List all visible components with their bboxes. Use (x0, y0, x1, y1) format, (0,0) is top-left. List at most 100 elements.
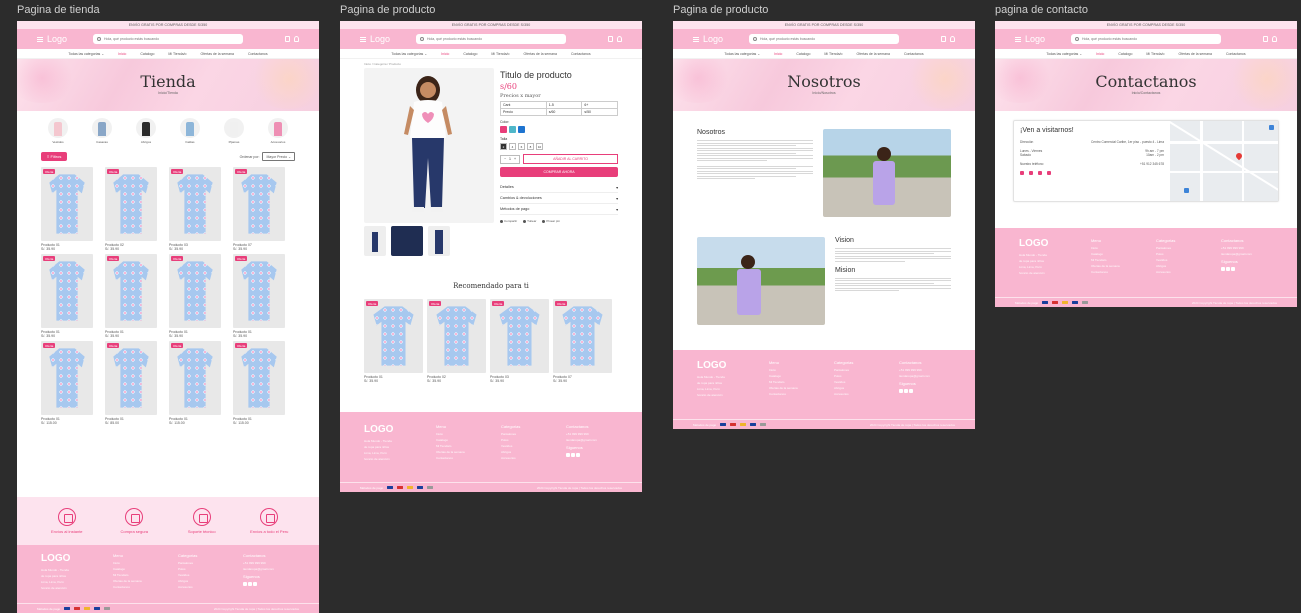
footer-link[interactable]: Abrigos (178, 579, 223, 583)
user-icon[interactable] (950, 36, 955, 42)
product-card[interactable]: Oferta Producto 01 S/. 35.90 (233, 254, 285, 338)
instagram-icon[interactable] (566, 453, 571, 457)
thumb-1[interactable] (364, 226, 386, 256)
footer-link[interactable]: Polos (178, 567, 223, 571)
nav-ofertas[interactable]: Ofertas de la semana (1178, 52, 1211, 56)
search-input[interactable] (1082, 37, 1217, 41)
search-input[interactable] (104, 37, 239, 41)
footer-link[interactable]: Accesorios (178, 585, 223, 589)
product-card[interactable]: Oferta Producto 01 S/. 35.90 (169, 254, 221, 338)
user-icon[interactable] (617, 36, 622, 42)
category-item[interactable]: Accesorios (261, 118, 295, 144)
footer-link[interactable]: Abrigos (501, 450, 546, 454)
footer-link[interactable]: Pantalones (501, 432, 546, 436)
footer-link[interactable]: Accesorios (501, 456, 546, 460)
nav-contactanos[interactable]: Contactanos (1226, 52, 1246, 56)
product-card[interactable]: Oferta Producto 03 S/. 35.90 (169, 167, 221, 251)
cart-icon[interactable] (941, 36, 946, 42)
color-swatch[interactable] (500, 126, 507, 133)
nav-contactanos[interactable]: Contactanos (248, 52, 268, 56)
tiktok-icon[interactable] (253, 582, 258, 586)
share-button[interactable]: Tuitear (523, 219, 536, 223)
product-card[interactable]: Oferta Producto 07 S/. 35.90 (553, 299, 612, 383)
product-card[interactable]: Oferta Producto 01 S/. 115.00 (41, 341, 93, 425)
nav-ofertas[interactable]: Ofertas de la semana (523, 52, 556, 56)
footer-link[interactable]: Mi Tienda/o (1091, 258, 1136, 262)
footer-link[interactable]: Accesorios (834, 392, 879, 396)
nav-inicio[interactable]: Inicio (774, 52, 782, 56)
buy-now-button[interactable]: COMPRAR AHORA (500, 167, 618, 177)
nav-catalogo[interactable]: Catalogo (140, 52, 154, 56)
site-logo[interactable]: Logo (693, 34, 741, 44)
search-bar[interactable] (416, 34, 566, 44)
share-button[interactable]: Compartir (500, 219, 517, 223)
nav-catalogo[interactable]: Catalogo (463, 52, 477, 56)
share-button[interactable]: Pinear pin (542, 219, 560, 223)
nav-mi-tienda[interactable]: Mi Tienda/o (824, 52, 842, 56)
menu-icon[interactable] (360, 36, 366, 42)
size-option[interactable]: 6 (518, 143, 525, 150)
nav-categories[interactable]: Todas las categorias ⌄ (724, 52, 760, 56)
site-logo[interactable]: Logo (1015, 34, 1063, 44)
footer-link[interactable]: Inicio (769, 368, 814, 372)
menu-icon[interactable] (1015, 36, 1021, 42)
product-card[interactable]: Oferta Producto 02 S/. 35.90 (105, 167, 157, 251)
facebook-icon[interactable] (904, 389, 909, 393)
product-card[interactable]: Oferta Producto 01 S/. 115.00 (233, 341, 285, 425)
footer-link[interactable]: Mi Tienda/o (436, 444, 481, 448)
footer-link[interactable]: Polos (834, 374, 879, 378)
nav-inicio[interactable]: Inicio (118, 52, 126, 56)
footer-link[interactable]: Mi Tienda/o (769, 380, 814, 384)
nav-inicio[interactable]: Inicio (441, 52, 449, 56)
menu-icon[interactable] (37, 36, 43, 42)
instagram-icon[interactable] (1221, 267, 1226, 271)
footer-link[interactable]: Inicio (113, 561, 158, 565)
product-card[interactable]: Oferta Producto 02 S/. 35.90 (427, 299, 486, 383)
footer-link[interactable]: Vestidos (501, 444, 546, 448)
instagram-icon[interactable] (243, 582, 248, 586)
search-bar[interactable] (93, 34, 243, 44)
sort-select[interactable]: Mayor Precio ⌄ (262, 152, 295, 161)
footer-link[interactable]: Polos (501, 438, 546, 442)
footer-link[interactable]: Ofertas de la semana (769, 386, 814, 390)
footer-link[interactable]: Pantalones (1156, 246, 1201, 250)
user-icon[interactable] (294, 36, 299, 42)
nav-catalogo[interactable]: Catalogo (796, 52, 810, 56)
product-card[interactable]: Oferta Producto 01 S/. 35.90 (364, 299, 423, 383)
footer-link[interactable]: Contactanos (769, 392, 814, 396)
cart-icon[interactable] (285, 36, 290, 42)
filters-button[interactable]: ≡ Filtros (41, 152, 68, 161)
nav-mi-tienda[interactable]: Mi Tienda/o (1146, 52, 1164, 56)
facebook-icon[interactable] (1029, 171, 1033, 175)
product-card[interactable]: Oferta Producto 07 S/. 35.90 (233, 167, 285, 251)
footer-link[interactable]: Accesorios (1156, 270, 1201, 274)
footer-link[interactable]: Ofertas de la semana (113, 579, 158, 583)
color-swatch[interactable] (509, 126, 516, 133)
footer-link[interactable]: Contactanos (113, 585, 158, 589)
footer-link[interactable]: Inicio (1091, 246, 1136, 250)
nav-ofertas[interactable]: Ofertas de la semana (200, 52, 233, 56)
footer-link[interactable]: Abrigos (1156, 264, 1201, 268)
cart-icon[interactable] (608, 36, 613, 42)
nav-categories[interactable]: Todas las categorias ⌄ (391, 52, 427, 56)
footer-link[interactable]: Pantalones (834, 368, 879, 372)
footer-link[interactable]: Vestidos (178, 573, 223, 577)
thumb-3[interactable] (428, 226, 450, 256)
instagram-icon[interactable] (899, 389, 904, 393)
category-item[interactable]: Faldas (173, 118, 207, 144)
footer-link[interactable]: Inicio (436, 432, 481, 436)
nav-categories[interactable]: Todas las categorias ⌄ (1046, 52, 1082, 56)
site-logo[interactable]: Logo (360, 34, 408, 44)
whatsapp-icon[interactable] (1038, 171, 1042, 175)
category-item[interactable]: Abrigos (129, 118, 163, 144)
facebook-icon[interactable] (248, 582, 253, 586)
user-icon[interactable] (1272, 36, 1277, 42)
product-card[interactable]: Oferta Producto 01 S/. 85.00 (105, 341, 157, 425)
size-option[interactable]: 2 (500, 143, 507, 150)
facebook-icon[interactable] (1226, 267, 1231, 271)
nav-mi-tienda[interactable]: Mi Tienda/o (491, 52, 509, 56)
nav-contactanos[interactable]: Contactanos (904, 52, 924, 56)
menu-icon[interactable] (693, 36, 699, 42)
accordion-item[interactable]: Métodos de pago ▾ (500, 204, 618, 215)
tiktok-icon[interactable] (1231, 267, 1236, 271)
